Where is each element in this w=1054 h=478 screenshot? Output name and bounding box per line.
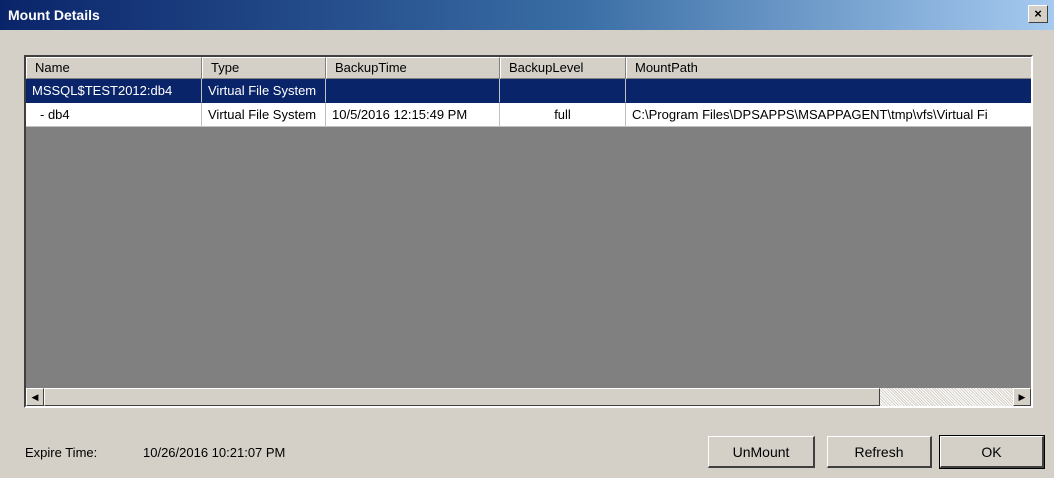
refresh-button[interactable]: Refresh [827, 436, 932, 468]
expire-time-label: Expire Time: [25, 445, 98, 460]
cell-backup-time: 10/5/2016 12:15:49 PM [326, 103, 500, 127]
column-header-mount-path[interactable]: MountPath [626, 57, 1031, 79]
scroll-right-button[interactable]: ▶ [1013, 388, 1031, 406]
arrow-left-icon: ◀ [31, 392, 39, 402]
title-bar: Mount Details × [0, 0, 1054, 30]
cell-mount-path: C:\Program Files\DPSAPPS\MSAPPAGENT\tmp\… [626, 103, 1031, 127]
expire-time-value: 10/26/2016 10:21:07 PM [143, 445, 286, 460]
cell-backup-time [326, 79, 500, 103]
horizontal-scrollbar[interactable]: ◀ ▶ [26, 388, 1031, 406]
column-header-type[interactable]: Type [202, 57, 326, 79]
cell-backup-level: full [500, 103, 626, 127]
cell-name: MSSQL$TEST2012:db4 [26, 79, 202, 103]
close-button[interactable]: × [1028, 5, 1048, 23]
cell-name: - db4 [26, 103, 202, 127]
ok-button[interactable]: OK [939, 435, 1045, 469]
cell-mount-path [626, 79, 1031, 103]
scroll-thumb[interactable] [44, 388, 880, 406]
scroll-left-button[interactable]: ◀ [26, 388, 44, 406]
arrow-right-icon: ▶ [1018, 392, 1026, 402]
close-icon: × [1034, 6, 1042, 21]
cell-backup-level [500, 79, 626, 103]
cell-type: Virtual File System [202, 103, 326, 127]
cell-type: Virtual File System [202, 79, 326, 103]
unmount-button[interactable]: UnMount [708, 436, 815, 468]
column-header-name[interactable]: Name [26, 57, 202, 79]
table-row[interactable]: MSSQL$TEST2012:db4 Virtual File System [26, 79, 1031, 103]
window-title: Mount Details [8, 7, 100, 23]
column-header-backup-time[interactable]: BackupTime [326, 57, 500, 79]
mount-list-view[interactable]: Name Type BackupTime BackupLevel MountPa… [24, 55, 1033, 408]
table-row[interactable]: - db4 Virtual File System 10/5/2016 12:1… [26, 103, 1031, 127]
list-header: Name Type BackupTime BackupLevel MountPa… [26, 57, 1031, 79]
column-header-backup-level[interactable]: BackupLevel [500, 57, 626, 79]
